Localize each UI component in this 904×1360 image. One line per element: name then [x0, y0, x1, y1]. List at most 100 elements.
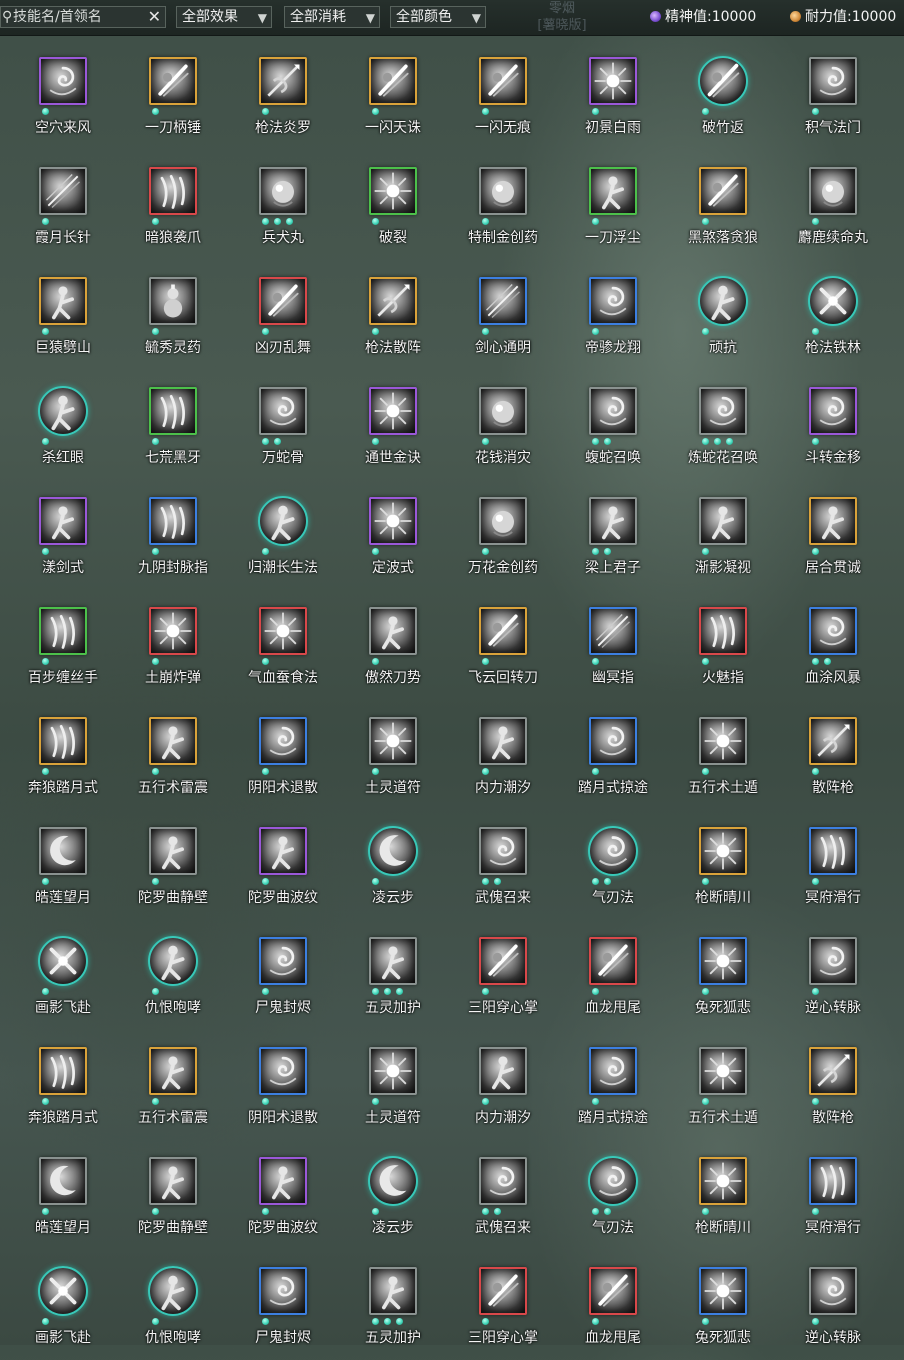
skill-item[interactable]: 五灵加护 [338, 1250, 448, 1360]
skill-item[interactable]: 陀罗曲静壁 [118, 810, 228, 920]
search-input[interactable] [13, 8, 147, 26]
skill-item[interactable]: 踏月式掠途 [558, 700, 668, 810]
cost-filter-dropdown[interactable]: 全部消耗 ▼ [284, 6, 380, 28]
skill-item[interactable]: 陀罗曲波纹 [228, 1140, 338, 1250]
skill-item[interactable]: 奔狼踏月式 [8, 700, 118, 810]
close-icon[interactable]: ✕ [148, 7, 161, 27]
skill-item[interactable]: 枪法散阵 [338, 260, 448, 370]
skill-item[interactable]: 五灵加护 [338, 920, 448, 1030]
skill-item[interactable]: 血涂风暴 [778, 590, 888, 700]
skill-item[interactable]: 仇恨咆哮 [118, 920, 228, 1030]
skill-item[interactable]: 踏月式掠途 [558, 1030, 668, 1140]
skill-item[interactable]: 三阳穿心掌 [448, 920, 558, 1030]
skill-item[interactable]: 七荒黑牙 [118, 370, 228, 480]
skill-item[interactable]: 兔死狐悲 [668, 920, 778, 1030]
search-box[interactable]: ⚲ ✕ [0, 6, 166, 28]
skill-item[interactable]: 枪断晴川 [668, 810, 778, 920]
skill-item[interactable]: 血龙甩尾 [558, 1250, 668, 1360]
skill-item[interactable]: 火魅指 [668, 590, 778, 700]
skill-item[interactable]: 归潮长生法 [228, 480, 338, 590]
skill-item[interactable]: 五行术土遁 [668, 1030, 778, 1140]
skill-item[interactable]: 武傀召来 [448, 810, 558, 920]
skill-item[interactable]: 黑煞落贪狼 [668, 150, 778, 260]
skill-item[interactable]: 巨猿劈山 [8, 260, 118, 370]
skill-item[interactable]: 陀罗曲波纹 [228, 810, 338, 920]
skill-item[interactable]: 陀罗曲静壁 [118, 1140, 228, 1250]
skill-item[interactable]: 土灵道符 [338, 1030, 448, 1140]
skill-item[interactable]: 空穴来风 [8, 40, 118, 150]
skill-item[interactable]: 蝮蛇召唤 [558, 370, 668, 480]
skill-item[interactable]: 破裂 [338, 150, 448, 260]
skill-item[interactable]: 一闪无痕 [448, 40, 558, 150]
skill-item[interactable]: 枪法炎罗 [228, 40, 338, 150]
skill-item[interactable]: 漾剑式 [8, 480, 118, 590]
skill-item[interactable]: 逆心转脉 [778, 920, 888, 1030]
skill-item[interactable]: 兔死狐悲 [668, 1250, 778, 1360]
skill-item[interactable]: 尸鬼封烬 [228, 1250, 338, 1360]
skill-item[interactable]: 渐影凝视 [668, 480, 778, 590]
skill-item[interactable]: 奔狼踏月式 [8, 1030, 118, 1140]
skill-item[interactable]: 幽冥指 [558, 590, 668, 700]
skill-item[interactable]: 散阵枪 [778, 1030, 888, 1140]
skill-item[interactable]: 内力潮汐 [448, 700, 558, 810]
skill-item[interactable]: 内力潮汐 [448, 1030, 558, 1140]
skill-item[interactable]: 一闪天诛 [338, 40, 448, 150]
skill-item[interactable]: 一刀浮尘 [558, 150, 668, 260]
skill-item[interactable]: 梁上君子 [558, 480, 668, 590]
skill-item[interactable]: 特制金创药 [448, 150, 558, 260]
skill-item[interactable]: 皓莲望月 [8, 1140, 118, 1250]
skill-item[interactable]: 气刃法 [558, 810, 668, 920]
skill-item[interactable]: 毓秀灵药 [118, 260, 228, 370]
skill-item[interactable]: 三阳穿心掌 [448, 1250, 558, 1360]
skill-item[interactable]: 枪法铁林 [778, 260, 888, 370]
skill-item[interactable]: 霞月长针 [8, 150, 118, 260]
skill-item[interactable]: 百步缠丝手 [8, 590, 118, 700]
skill-item[interactable]: 凶刃乱舞 [228, 260, 338, 370]
skill-item[interactable]: 阴阳术退散 [228, 700, 338, 810]
skill-item[interactable]: 五行术雷震 [118, 700, 228, 810]
skill-item[interactable]: 破竹返 [668, 40, 778, 150]
skill-item[interactable]: 暗狼袭爪 [118, 150, 228, 260]
skill-item[interactable]: 冥府滑行 [778, 810, 888, 920]
skill-item[interactable]: 初景白雨 [558, 40, 668, 150]
skill-item[interactable]: 尸鬼封烬 [228, 920, 338, 1030]
skill-item[interactable]: 凌云步 [338, 810, 448, 920]
skill-item[interactable]: 傲然刀势 [338, 590, 448, 700]
skill-item[interactable]: 画影飞赴 [8, 1250, 118, 1360]
skill-item[interactable]: 皓莲望月 [8, 810, 118, 920]
skill-item[interactable]: 杀红眼 [8, 370, 118, 480]
skill-item[interactable]: 土崩炸弹 [118, 590, 228, 700]
color-filter-dropdown[interactable]: 全部颜色 ▼ [390, 6, 486, 28]
skill-item[interactable]: 武傀召来 [448, 1140, 558, 1250]
skill-item[interactable]: 阴阳术退散 [228, 1030, 338, 1140]
skill-item[interactable]: 仇恨咆哮 [118, 1250, 228, 1360]
skill-item[interactable]: 兵犬丸 [228, 150, 338, 260]
skill-item[interactable]: 剑心通明 [448, 260, 558, 370]
skill-item[interactable]: 斗转金移 [778, 370, 888, 480]
skill-item[interactable]: 冥府滑行 [778, 1140, 888, 1250]
skill-item[interactable]: 万蛇骨 [228, 370, 338, 480]
skill-item[interactable]: 散阵枪 [778, 700, 888, 810]
skill-item[interactable]: 积气法门 [778, 40, 888, 150]
skill-item[interactable]: 一刀柄锤 [118, 40, 228, 150]
skill-item[interactable]: 定波式 [338, 480, 448, 590]
skill-item[interactable]: 炼蛇花召唤 [668, 370, 778, 480]
skill-item[interactable]: 五行术雷震 [118, 1030, 228, 1140]
skill-item[interactable]: 画影飞赴 [8, 920, 118, 1030]
skill-item[interactable]: 顽抗 [668, 260, 778, 370]
skill-item[interactable]: 飞云回转刀 [448, 590, 558, 700]
skill-item[interactable]: 凌云步 [338, 1140, 448, 1250]
skill-item[interactable]: 五行术土遁 [668, 700, 778, 810]
effect-filter-dropdown[interactable]: 全部效果 ▼ [176, 6, 272, 28]
skill-item[interactable]: 气刃法 [558, 1140, 668, 1250]
skill-item[interactable]: 麝鹿续命丸 [778, 150, 888, 260]
skill-item[interactable]: 帝骖龙翔 [558, 260, 668, 370]
skill-item[interactable]: 通世金诀 [338, 370, 448, 480]
skill-item[interactable]: 枪断晴川 [668, 1140, 778, 1250]
skill-item[interactable]: 土灵道符 [338, 700, 448, 810]
skill-item[interactable]: 九阴封脉指 [118, 480, 228, 590]
skill-item[interactable]: 花钱消灾 [448, 370, 558, 480]
skill-item[interactable]: 居合贯诚 [778, 480, 888, 590]
skill-item[interactable]: 万花金创药 [448, 480, 558, 590]
skill-item[interactable]: 逆心转脉 [778, 1250, 888, 1360]
